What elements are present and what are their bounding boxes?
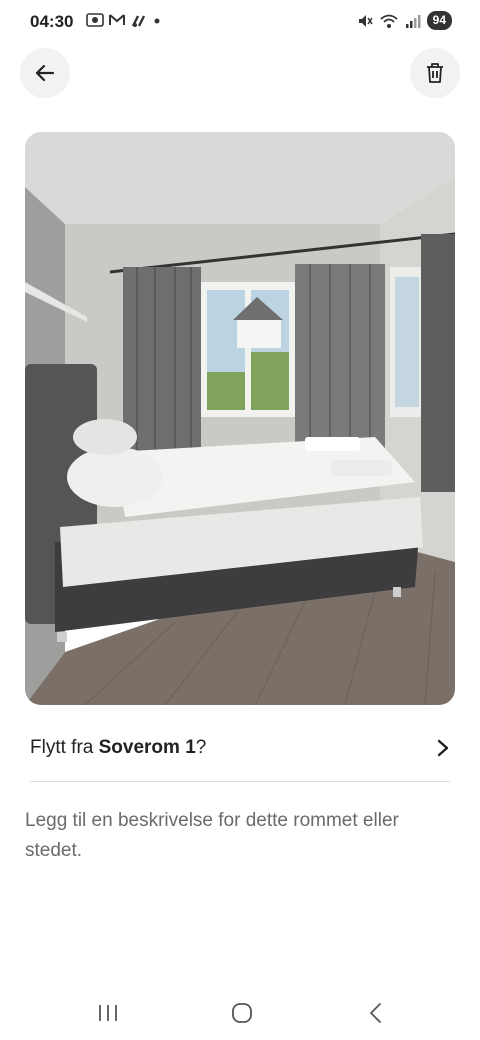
back-nav-button[interactable] [354, 998, 398, 1028]
divider [30, 781, 450, 782]
recent-apps-icon [99, 1005, 117, 1021]
description-input[interactable]: Legg til en beskrivelse for dette rommet… [25, 806, 455, 866]
status-time: 04:30 [30, 12, 74, 31]
room-name: Soverom 1 [98, 737, 196, 758]
move-suffix: ? [195, 737, 207, 758]
home-button[interactable] [220, 998, 264, 1028]
home-icon [232, 1003, 252, 1023]
mute-icon [358, 14, 373, 27]
signal-icon [405, 14, 421, 28]
status-system-icons: 94 [357, 11, 452, 30]
delete-photo-button[interactable] [410, 48, 460, 98]
recent-apps-button[interactable] [86, 998, 130, 1028]
status-notification-icons [86, 12, 162, 28]
move-from-room-row[interactable]: Flytt fra Soverom 1? [30, 730, 450, 766]
back-nav-icon [370, 1003, 381, 1023]
system-nav-bar [0, 990, 480, 1034]
arrow-left-icon [35, 64, 55, 82]
screenshot-icon [86, 13, 104, 27]
gmail-icon [109, 14, 125, 25]
dot-icon [154, 18, 160, 24]
trash-icon [427, 63, 443, 83]
move-from-room-label: Flytt fra Soverom 1? [30, 737, 206, 759]
move-prefix: Flytt fra [30, 737, 99, 758]
back-button[interactable] [20, 48, 70, 98]
wifi-icon [380, 14, 398, 28]
bedroom-photo[interactable] [25, 132, 455, 705]
music-icon [131, 15, 146, 27]
battery-icon: 94 [426, 11, 452, 30]
status-bar: 04:30 94 [0, 0, 480, 44]
chevron-right-icon [437, 739, 449, 757]
